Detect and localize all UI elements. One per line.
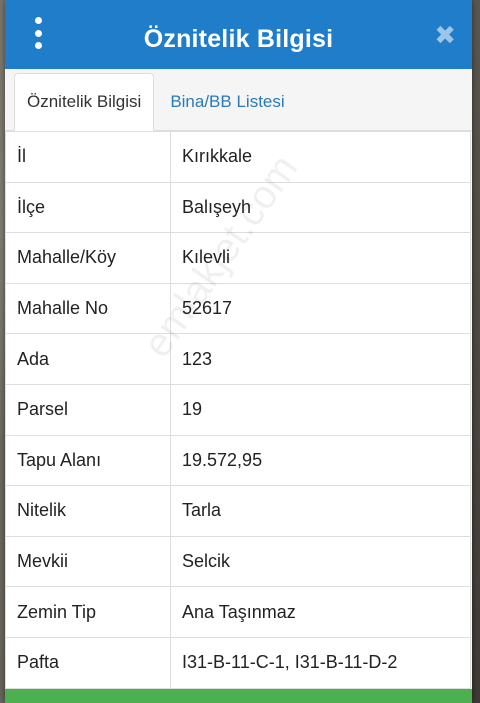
- attribute-key: İl: [5, 131, 171, 183]
- attribute-key: Mevkii: [5, 535, 171, 588]
- menu-dot: [34, 42, 42, 49]
- menu-dot: [34, 17, 42, 24]
- tab-bar: Öznitelik Bilgisi Bina/BB Listesi: [5, 69, 472, 131]
- attribute-key: Parsel: [5, 383, 171, 436]
- table-row: Mahalle/Köy Kılevli: [5, 232, 471, 284]
- attribute-value: 19.572,95: [170, 434, 471, 487]
- panel-header: Öznitelik Bilgisi ✖: [5, 0, 472, 69]
- attribute-value: Kırıkkale: [170, 131, 471, 183]
- menu-dot: [34, 29, 42, 37]
- table-row: Mahalle No 52617: [5, 282, 471, 335]
- attribute-value: Kılevli: [170, 232, 471, 284]
- panel-title: Öznitelik Bilgisi: [143, 25, 334, 53]
- attribute-value: Selcik: [170, 535, 471, 588]
- attribute-info-panel: Öznitelik Bilgisi ✖ Öznitelik Bilgisi Bi…: [5, 0, 472, 703]
- table-row: Mevkii Selcik: [5, 535, 471, 588]
- attribute-key: İlçe: [5, 181, 171, 234]
- attribute-value: Tarla: [170, 485, 471, 537]
- attribute-table: İl Kırıkkale İlçe Balışeyh Mahalle/Köy Kılevl…: [5, 131, 472, 689]
- attribute-key: Tapu Alanı: [5, 434, 171, 487]
- tab-building-list[interactable]: Bina/BB Listesi: [154, 73, 296, 130]
- attribute-value: Balışeyh: [170, 181, 471, 234]
- attribute-value: I31-B-11-C-1, I31-B-11-D-2: [170, 636, 471, 689]
- attribute-key: Mahalle/Köy: [5, 232, 171, 284]
- attribute-value: 19: [170, 383, 471, 436]
- attribute-key: Nitelik: [5, 485, 171, 537]
- attribute-value: 123: [170, 333, 471, 385]
- table-row: İl Kırıkkale: [5, 131, 471, 183]
- kebab-menu-icon[interactable]: [31, 17, 45, 49]
- attribute-key: Mahalle No: [5, 282, 171, 335]
- close-icon[interactable]: ✖: [434, 22, 456, 48]
- table-row: Zemin Tip Ana Taşınmaz: [5, 586, 471, 638]
- table-row: Ada 123: [5, 333, 471, 385]
- bottom-action-bar[interactable]: [5, 689, 472, 703]
- table-row: İlçe Balışeyh: [5, 181, 471, 234]
- attribute-key: Ada: [5, 333, 171, 385]
- attribute-value: 52617: [170, 282, 471, 335]
- attribute-key: Zemin Tip: [5, 586, 171, 638]
- table-row: Tapu Alanı 19.572,95: [5, 434, 471, 487]
- attribute-value: Ana Taşınmaz: [170, 586, 471, 638]
- attribute-key: Pafta: [5, 636, 171, 689]
- tab-attribute-info[interactable]: Öznitelik Bilgisi: [14, 73, 155, 131]
- table-row: Nitelik Tarla: [5, 485, 471, 537]
- map-edge: [472, 0, 480, 703]
- table-row: Parsel 19: [5, 383, 471, 436]
- table-row: Pafta I31-B-11-C-1, I31-B-11-D-2: [5, 636, 471, 689]
